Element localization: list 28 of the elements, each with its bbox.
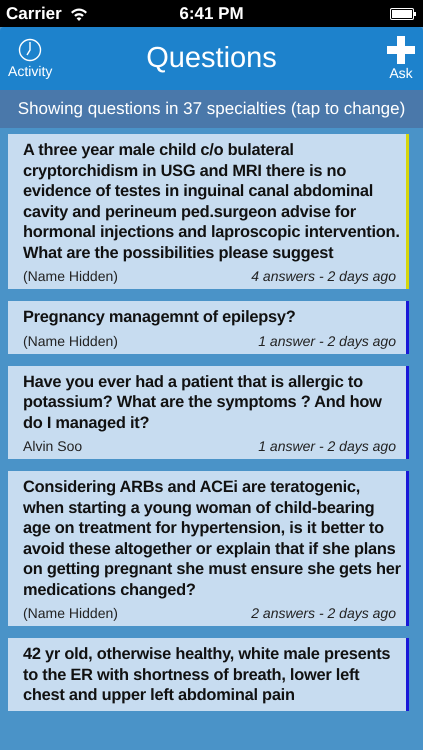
ask-button[interactable]: Ask: [387, 36, 415, 81]
question-text: Have you ever had a patient that is allergic to potassium? What are the symptoms ? And how do I managed it?: [23, 372, 383, 433]
battery-icon: [390, 8, 417, 20]
question-text: Considering ARBs and ACEi are teratogenic, when starting a young woman of child-bearing age on treatment for hypertension, is it better to avoid these altogether or explain that if she plans on getting pregnant she must ensure she gets her medications changed?: [23, 477, 402, 600]
answer-count: 4 answers - 2 days ago: [251, 268, 396, 284]
answer-count: 2 answers - 2 days ago: [251, 605, 396, 621]
author-name: (Name Hidden): [23, 605, 118, 621]
answer-count: 1 answer - 2 days ago: [258, 438, 396, 454]
question-card[interactable]: Have you ever had a patient that is allergic to potassium? What are the symptoms ? And how do I managed it? Alvin Soo 1 answer - 2 days ago: [8, 366, 409, 459]
question-card[interactable]: [8, 134, 409, 289]
carrier-name: Carrier: [6, 4, 62, 24]
question-text: Pregnancy managemnt of epilepsy?: [23, 307, 297, 328]
question-card[interactable]: 42 yr old, otherwise healthy, white male presents to the ER with shortness of breath, lower left chest and upper left abdominal pain: [8, 638, 409, 710]
plus-icon: [387, 36, 415, 64]
question-text: 42 yr old, otherwise healthy, white male presents to the ER with shortness of breath, lower left chest and upper left abdominal pain: [23, 644, 392, 706]
wifi-icon: [70, 6, 88, 20]
clock-time: 6:41 PM: [179, 4, 244, 22]
question-text: A three year male child c/o bulateral cryptorchidism in USG and MRI there is no evidence of testes in inguinal canal abdominal cavity and perineum ped.surgeon advise for hormonal injections and laproscopic intervention. What are the possibilities please suggest: [23, 140, 401, 263]
author-name: Alvin Soo: [23, 438, 82, 454]
specialty-filter-button[interactable]: Showing questions in 37 specialties (tap to change): [0, 90, 423, 128]
screen-title: Questions: [146, 42, 277, 74]
answer-count: 1 answer - 2 days ago: [258, 332, 396, 348]
author-name: (Name Hidden): [23, 332, 118, 348]
question-card[interactable]: [8, 471, 409, 626]
question-card[interactable]: Pregnancy managemnt of epilepsy? (Name Hidden) 1 answer - 2 days ago: [8, 301, 409, 354]
clock-icon: [18, 38, 42, 62]
author-name: (Name Hidden): [23, 268, 118, 284]
activity-button[interactable]: Activity: [8, 38, 52, 79]
